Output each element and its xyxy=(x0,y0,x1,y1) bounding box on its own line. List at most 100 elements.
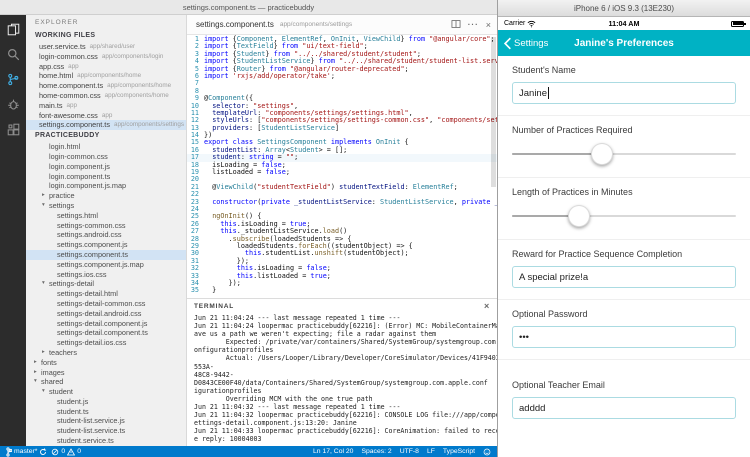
tree-file-item[interactable]: settings-common.css xyxy=(26,221,186,231)
editor-title-bar: settings.component.ts app/components/set… xyxy=(187,15,497,35)
tree-file-item[interactable]: settings-detail.component.js xyxy=(26,319,186,329)
more-actions-icon[interactable]: ··· xyxy=(468,20,479,29)
working-file-item[interactable]: font-awesome.cssapp xyxy=(26,111,186,121)
open-file-name[interactable]: settings.component.ts xyxy=(196,20,274,29)
cursor-position[interactable]: Ln 17, Col 20 xyxy=(313,448,353,455)
slider[interactable] xyxy=(512,142,736,166)
explorer-icon[interactable] xyxy=(5,21,21,37)
tree-file-item[interactable]: settings-detail.component.ts xyxy=(26,328,186,338)
git-branch-icon xyxy=(6,447,12,457)
code-area[interactable]: 1import {Component, ElementRef, OnInit, … xyxy=(187,35,497,298)
tree-folder-item[interactable]: ▸teachers xyxy=(26,348,186,358)
working-file-item[interactable]: home.htmlapp/components/home xyxy=(26,71,186,81)
split-editor-icon[interactable] xyxy=(451,19,461,31)
working-file-item[interactable]: settings.component.tsapp/components/sett… xyxy=(26,120,186,130)
working-files-header[interactable]: WORKING FILES xyxy=(26,30,186,42)
tree-file-item[interactable]: settings.component.js xyxy=(26,240,186,250)
debug-icon[interactable] xyxy=(5,96,21,112)
tree-file-item[interactable]: student.ts xyxy=(26,407,186,417)
tree-file-item[interactable]: settings-detail-common.css xyxy=(26,299,186,309)
working-file-item[interactable]: main.tsapp xyxy=(26,101,186,111)
errors-icon xyxy=(51,448,59,456)
branch-name: master* xyxy=(14,448,37,455)
tree-folder-item[interactable]: ▸fonts xyxy=(26,358,186,368)
extensions-icon[interactable] xyxy=(5,121,21,137)
tree-file-item[interactable]: login.component.js.map xyxy=(26,181,186,191)
tree-file-item[interactable]: student-list.service.js xyxy=(26,416,186,426)
terminal-title[interactable]: TERMINAL xyxy=(194,303,234,310)
project-header[interactable]: PRACTICEBUDDY xyxy=(26,130,186,142)
back-button-label: Settings xyxy=(514,38,548,49)
tree-file-item[interactable]: settings-detail.html xyxy=(26,289,186,299)
form-field: Optional Teacher Email adddd xyxy=(498,360,750,430)
tree-file-item[interactable]: settings.component.ts xyxy=(26,250,186,260)
tree-file-item[interactable]: login.component.ts xyxy=(26,172,186,182)
slider-track[interactable] xyxy=(512,215,736,217)
text-field[interactable]: adddd xyxy=(512,397,736,419)
back-button[interactable]: Settings xyxy=(498,37,548,50)
feedback-smiley-icon[interactable] xyxy=(483,448,491,456)
tree-file-item[interactable]: student.service.ts xyxy=(26,436,186,446)
tree-file-item[interactable]: settings-detail.android.css xyxy=(26,309,186,319)
window-title: settings.component.ts — practicebuddy xyxy=(183,3,314,12)
tree-file-item[interactable]: settings.html xyxy=(26,211,186,221)
tree-folder-item[interactable]: ▾student xyxy=(26,387,186,397)
wifi-icon xyxy=(527,20,536,28)
form-field: Length of Practices in Minutes xyxy=(498,178,750,240)
tree-file-item[interactable]: student.js xyxy=(26,397,186,407)
indentation-setting[interactable]: Spaces: 2 xyxy=(361,448,391,455)
tree-file-item[interactable]: student-list.service.ts xyxy=(26,426,186,436)
tree-file-item[interactable]: settings-detail.ios.css xyxy=(26,338,186,348)
tree-folder-item[interactable]: ▸images xyxy=(26,368,186,378)
slider-thumb[interactable] xyxy=(568,205,590,227)
working-file-item[interactable]: home.component.tsapp/components/home xyxy=(26,81,186,91)
close-terminal-icon[interactable]: × xyxy=(484,301,490,311)
slider-thumb[interactable] xyxy=(591,143,613,165)
working-file-item[interactable]: login-common.cssapp/components/login xyxy=(26,52,186,62)
tree-file-item[interactable]: login.html xyxy=(26,142,186,152)
search-icon[interactable] xyxy=(5,46,21,62)
eol-setting[interactable]: LF xyxy=(427,448,435,455)
code-line: 34 }); xyxy=(187,280,497,287)
text-field[interactable]: A special prize!a xyxy=(512,266,736,288)
chevron-right-icon: ▸ xyxy=(42,191,49,201)
working-file-item[interactable]: app.cssapp xyxy=(26,62,186,72)
nav-bar: Settings Janine's Preferences xyxy=(498,30,750,56)
terminal-output[interactable]: Jun 21 11:04:24 --- last message repeate… xyxy=(187,313,497,446)
simulator-window: iPhone 6 / iOS 9.3 (13E230) Carrier 11:0… xyxy=(497,0,750,457)
tree-folder-item[interactable]: ▾settings-detail xyxy=(26,279,186,289)
working-file-item[interactable]: home-common.cssapp/components/home xyxy=(26,91,186,101)
field-label: Length of Practices in Minutes xyxy=(512,187,736,197)
vscode-titlebar: settings.component.ts — practicebuddy xyxy=(0,0,497,15)
chevron-right-icon: ▸ xyxy=(34,368,41,378)
tree-folder-item[interactable]: ▾shared xyxy=(26,377,186,387)
sync-icon[interactable] xyxy=(39,448,47,456)
slider-track[interactable] xyxy=(512,153,736,155)
tree-file-item[interactable]: settings.android.css xyxy=(26,230,186,240)
field-label: Optional Teacher Email xyxy=(512,380,736,390)
chevron-right-icon: ▸ xyxy=(34,358,41,368)
git-branch-indicator[interactable]: master* xyxy=(6,447,47,457)
tree-file-item[interactable]: login-common.css xyxy=(26,152,186,162)
close-editor-icon[interactable]: × xyxy=(486,20,491,30)
ios-status-bar: Carrier 11:04 AM xyxy=(498,17,750,30)
language-mode[interactable]: TypeScript xyxy=(443,448,475,455)
simulator-title: iPhone 6 / iOS 9.3 (13E230) xyxy=(574,4,674,13)
battery-icon xyxy=(731,21,744,27)
tree-folder-item[interactable]: ▸practice xyxy=(26,191,186,201)
explorer-title: EXPLORER xyxy=(26,15,186,30)
git-icon[interactable] xyxy=(5,71,21,87)
password-field[interactable]: ••• xyxy=(512,326,736,348)
tree-file-item[interactable]: settings.component.js.map xyxy=(26,260,186,270)
tree-file-item[interactable]: login.component.js xyxy=(26,162,186,172)
problems-indicator[interactable]: 0 0 xyxy=(51,448,81,456)
tree-file-item[interactable]: settings.ios.css xyxy=(26,270,186,280)
encoding-setting[interactable]: UTF-8 xyxy=(400,448,419,455)
text-field[interactable]: Janine xyxy=(512,82,736,104)
chevron-down-icon: ▾ xyxy=(42,201,49,211)
tree-folder-item[interactable]: ▾settings xyxy=(26,201,186,211)
working-file-item[interactable]: user.service.tsapp/shared/user xyxy=(26,42,186,52)
editor-scrollbar[interactable] xyxy=(491,37,496,187)
back-chevron-icon xyxy=(503,37,512,50)
slider[interactable] xyxy=(512,204,736,228)
